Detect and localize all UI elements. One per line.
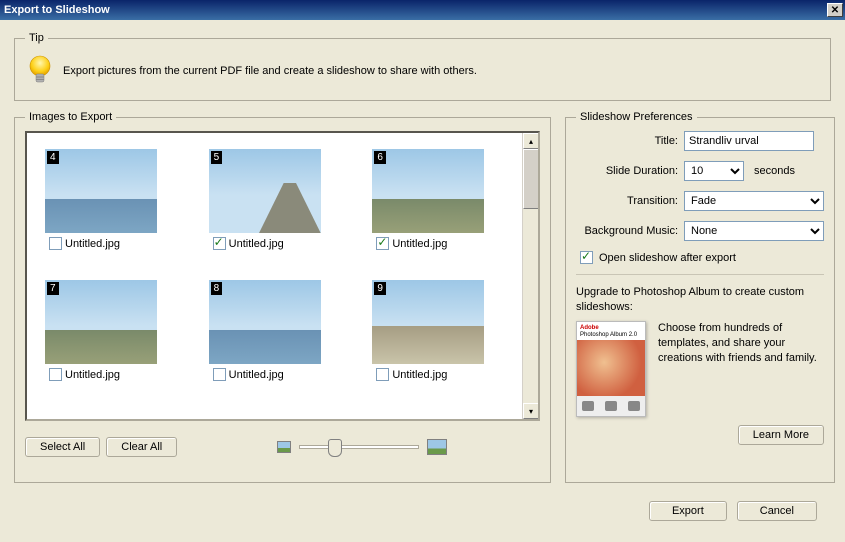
thumbnail-image[interactable]: 9	[372, 280, 484, 364]
thumbnail-checkbox[interactable]	[213, 368, 226, 381]
thumbnail-size-slider[interactable]	[183, 439, 540, 455]
thumbnail-caption: Untitled.jpg	[229, 369, 284, 381]
thumbnail-number: 6	[374, 151, 386, 164]
title-label: Title:	[576, 135, 684, 147]
dialog-body: Tip Export pictures from the current PDF…	[0, 20, 845, 531]
product-boxshot: Adobe Photoshop Album 2.0	[576, 321, 646, 417]
lightbulb-icon	[27, 54, 53, 88]
title-bar: Export to Slideshow ✕	[0, 0, 845, 20]
learn-more-button[interactable]: Learn More	[738, 425, 824, 445]
thumbnail-caption: Untitled.jpg	[392, 369, 447, 381]
upgrade-blurb: Choose from hundreds of templates, and s…	[658, 321, 824, 417]
zoom-large-icon	[427, 439, 447, 455]
separator	[576, 274, 824, 275]
images-legend: Images to Export	[25, 111, 116, 123]
images-group: Images to Export 4 Untitled.jpg 5 Untitled.…	[14, 111, 551, 483]
thumbnail-caption: Untitled.jpg	[65, 369, 120, 381]
thumbnail-image[interactable]: 5	[209, 149, 321, 233]
thumbnail-checkbox[interactable]	[213, 237, 226, 250]
thumbnail-item[interactable]: 9 Untitled.jpg	[372, 280, 512, 381]
thumbnail-checkbox[interactable]	[49, 237, 62, 250]
thumbnail-number: 8	[211, 282, 223, 295]
dialog-footer: Export Cancel	[14, 493, 831, 521]
clear-all-button[interactable]: Clear All	[106, 437, 177, 457]
export-button[interactable]: Export	[649, 501, 727, 521]
transition-label: Transition:	[576, 195, 684, 207]
thumbnail-number: 4	[47, 151, 59, 164]
open-after-label[interactable]: Open slideshow after export	[599, 252, 736, 264]
boxshot-brand: Adobe	[580, 325, 599, 331]
transition-select[interactable]: Fade	[684, 191, 824, 211]
duration-label: Slide Duration:	[576, 165, 684, 177]
thumbnail-item[interactable]: 5 Untitled.jpg	[209, 149, 349, 250]
thumbnail-caption: Untitled.jpg	[392, 238, 447, 250]
open-after-checkbox[interactable]	[580, 251, 593, 264]
thumbnail-item[interactable]: 7 Untitled.jpg	[45, 280, 185, 381]
thumbnail-image[interactable]: 8	[209, 280, 321, 364]
prefs-group: Slideshow Preferences Title: Slide Durat…	[565, 111, 835, 483]
scroll-up-button[interactable]: ▴	[523, 133, 539, 149]
music-select[interactable]: None	[684, 221, 824, 241]
thumbnail-checkbox[interactable]	[376, 368, 389, 381]
music-label: Background Music:	[576, 225, 684, 237]
tip-text: Export pictures from the current PDF fil…	[63, 65, 477, 77]
window-title: Export to Slideshow	[4, 4, 827, 16]
zoom-small-icon	[277, 441, 291, 453]
thumbnail-checkbox[interactable]	[376, 237, 389, 250]
scroll-down-button[interactable]: ▾	[523, 403, 539, 419]
thumbnail-item[interactable]: 8 Untitled.jpg	[209, 280, 349, 381]
duration-select[interactable]: 10	[684, 161, 744, 181]
duration-suffix: seconds	[754, 165, 795, 177]
thumbnail-image[interactable]: 7	[45, 280, 157, 364]
thumbnail-item[interactable]: 6 Untitled.jpg	[372, 149, 512, 250]
close-button[interactable]: ✕	[827, 3, 843, 17]
thumbnail-item[interactable]: 4 Untitled.jpg	[45, 149, 185, 250]
thumbnail-image[interactable]: 4	[45, 149, 157, 233]
tip-legend: Tip	[25, 32, 48, 44]
thumbnail-caption: Untitled.jpg	[65, 238, 120, 250]
slider-track[interactable]	[299, 445, 419, 449]
thumbnail-caption: Untitled.jpg	[229, 238, 284, 250]
scrollbar[interactable]: ▴ ▾	[522, 133, 538, 419]
thumbnail-image[interactable]: 6	[372, 149, 484, 233]
select-all-button[interactable]: Select All	[25, 437, 100, 457]
title-input[interactable]	[684, 131, 814, 151]
thumbnail-checkbox[interactable]	[49, 368, 62, 381]
upgrade-intro: Upgrade to Photoshop Album to create cus…	[576, 285, 824, 315]
boxshot-product: Photoshop Album 2.0	[580, 332, 637, 338]
tip-group: Tip Export pictures from the current PDF…	[14, 32, 831, 101]
thumbnail-list: 4Untitled.jpg5Untitled.jpg6Untitled.jpg7…	[25, 131, 540, 421]
slider-handle[interactable]	[328, 439, 342, 457]
thumbnail-number: 7	[47, 282, 59, 295]
thumbnail-number: 9	[374, 282, 386, 295]
thumbnail-number: 5	[211, 151, 223, 164]
cancel-button[interactable]: Cancel	[737, 501, 817, 521]
scroll-thumb[interactable]	[523, 149, 539, 209]
prefs-legend: Slideshow Preferences	[576, 111, 697, 123]
